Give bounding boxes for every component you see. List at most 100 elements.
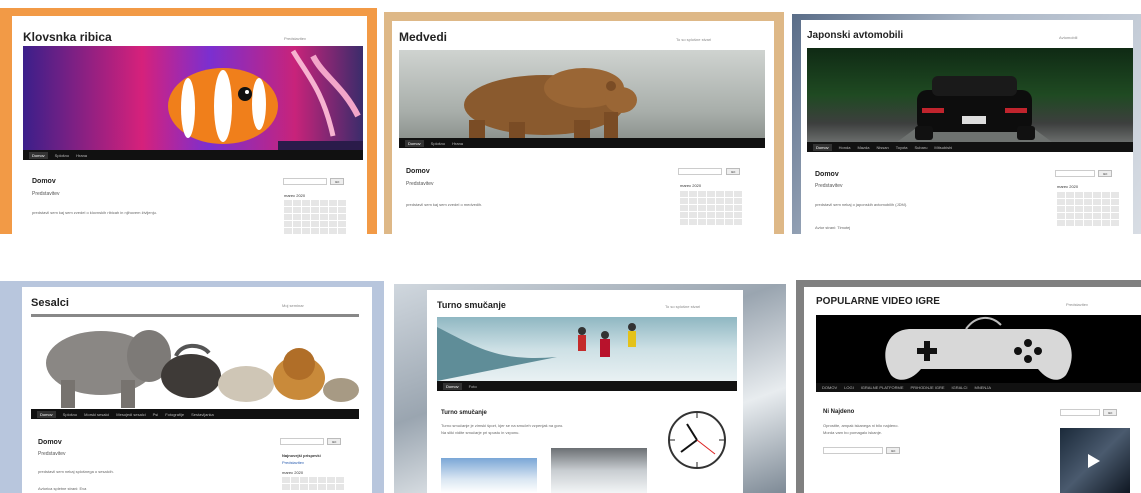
nav-item-dogs[interactable]: Psi (153, 412, 159, 417)
site-tagline: To so splošne stvari (676, 37, 712, 42)
not-found-text-2: Morda vam bo pomagalo iskanje. (823, 430, 882, 435)
nav-item-home[interactable]: Domov (813, 143, 832, 151)
calendar-title: marec 2020 (284, 193, 306, 198)
nav-item-opinions[interactable]: MNENJA (975, 385, 991, 390)
nav-item-mitsubishi[interactable]: Mitsubishi (934, 145, 952, 150)
animals-icon (46, 330, 359, 408)
site-page: Sesalci Moj seminar Domov Splošno Morski… (22, 287, 372, 493)
search-button[interactable]: Išči (327, 438, 341, 445)
nav-item-home[interactable]: Domov (443, 382, 462, 390)
site-tagline: Moj seminar (282, 303, 304, 308)
site-page: POPULARNE VIDEO IGRE Predstavitev DOMOV … (804, 287, 1141, 493)
post-title[interactable]: Predstavitev (32, 191, 60, 197)
car-icon (897, 76, 1052, 142)
main-nav: Domov Splošno Hrana (23, 150, 363, 160)
post-excerpt: predstavil sem nekaj o japonskih avtomob… (815, 202, 908, 207)
snow-photo-2[interactable] (551, 448, 647, 493)
calendar-widget[interactable] (284, 200, 346, 234)
nav-item-players[interactable]: IGRALCI (952, 385, 968, 390)
post-title[interactable]: Predstavitev (406, 181, 434, 187)
nav-item-subaru[interactable]: Subaru (915, 145, 928, 150)
page-heading: Ni Najdeno (823, 409, 855, 415)
page-heading: Domov (406, 168, 430, 175)
page-heading: Domov (815, 171, 839, 178)
nav-item-toyota[interactable]: Toyota (896, 145, 908, 150)
post-excerpt: predstavil sem nekaj splošnega o sesalci… (38, 469, 114, 474)
skiers-icon (437, 323, 636, 381)
nav-item-puzzle[interactable]: Sestavljanka (191, 412, 214, 417)
site-page: Medvedi To so splošne stvari Domov Sploš… (392, 21, 774, 234)
post-excerpt-2: Na sliki vidite smučarje pri spustu in v… (441, 430, 520, 435)
clock-icon (668, 411, 726, 469)
nav-item-home[interactable]: Domov (37, 410, 56, 418)
post-title[interactable]: Predstavitev (38, 451, 66, 457)
nav-item-honda[interactable]: Honda (839, 145, 851, 150)
search-button[interactable]: Išči (1098, 170, 1112, 177)
nav-item-home[interactable]: DOMOV (822, 385, 837, 390)
nav-item-upcoming[interactable]: PRIHODNJE IGRE (911, 385, 945, 390)
title-rule (31, 314, 359, 317)
tile-ski-touring[interactable]: Turno smučanje To so splošne stvari Domo… (394, 284, 786, 493)
site-tagline: To so splošne stvari (665, 304, 701, 309)
video-thumbnail[interactable] (1060, 428, 1130, 493)
calendar-widget[interactable] (282, 477, 344, 490)
site-title[interactable]: Klovsnka ribica (23, 30, 112, 44)
nav-item-photo[interactable]: Foto (469, 384, 477, 389)
nav-item-food[interactable]: Hrana (452, 141, 463, 146)
search-input[interactable] (1060, 409, 1100, 416)
site-title[interactable]: Sesalci (31, 297, 69, 309)
nav-item-home[interactable]: Domov (405, 139, 424, 147)
nav-item-mazda[interactable]: Mazda (857, 145, 869, 150)
post-author: Avtorica spletne strani: Eva (38, 486, 87, 491)
search-input[interactable] (678, 168, 722, 175)
recent-post-link[interactable]: Predstavitev (282, 460, 304, 465)
nav-item-food[interactable]: Hrana (76, 153, 87, 158)
search-input[interactable] (1055, 170, 1095, 177)
bear-icon (464, 68, 637, 138)
calendar-widget[interactable] (680, 191, 742, 225)
search-button[interactable]: Išči (330, 178, 344, 185)
site-page: Japonski avtomobili Avtomobili Domov Hon… (801, 20, 1133, 234)
tile-clownfish[interactable]: Klovsnka ribica Predstavitev Domov Sploš… (0, 8, 377, 234)
banner-image (31, 318, 359, 408)
site-tagline: Predstavitev (1066, 302, 1089, 307)
main-nav: DOMOV LOGI IGRALNE PLATFORME PRIHODNJE I… (816, 383, 1141, 392)
content-search-button[interactable]: Išči (886, 447, 900, 454)
site-title[interactable]: Medvedi (399, 30, 447, 44)
nav-item-nissan[interactable]: Nissan (876, 145, 888, 150)
page-heading: Domov (38, 439, 62, 446)
site-title[interactable]: POPULARNE VIDEO IGRE (816, 296, 940, 307)
nav-item-sea-mammals[interactable]: Morski sesalci (84, 412, 109, 417)
banner-image (23, 46, 363, 150)
site-title[interactable]: Turno smučanje (437, 300, 506, 310)
nav-item-general[interactable]: Splošno (55, 153, 69, 158)
content-search-input[interactable] (823, 447, 883, 454)
search-input[interactable] (280, 438, 324, 445)
nav-item-general[interactable]: Splošno (63, 412, 77, 417)
site-tagline: Avtomobili (1059, 35, 1078, 40)
banner-image (437, 317, 737, 381)
nav-item-platforms[interactable]: IGRALNE PLATFORME (861, 385, 904, 390)
snow-photo-1[interactable] (441, 458, 537, 493)
search-button[interactable]: Išči (1103, 409, 1117, 416)
nav-item-photos[interactable]: Fotografije (165, 412, 184, 417)
post-title[interactable]: Predstavitev (815, 183, 843, 189)
calendar-widget[interactable] (1057, 192, 1119, 226)
tile-japanese-cars[interactable]: Japonski avtomobili Avtomobili Domov Hon… (792, 14, 1141, 234)
banner-image (816, 315, 1141, 383)
nav-item-general[interactable]: Splošno (431, 141, 445, 146)
play-icon[interactable] (1088, 454, 1100, 468)
tile-video-games[interactable]: POPULARNE VIDEO IGRE Predstavitev DOMOV … (796, 280, 1141, 493)
clownfish-icon (168, 49, 363, 150)
nav-item-logos[interactable]: LOGI (844, 385, 854, 390)
site-title[interactable]: Japonski avtomobili (807, 30, 903, 41)
nav-item-home[interactable]: Domov (29, 151, 48, 159)
search-button[interactable]: Išči (726, 168, 740, 175)
calendar-title: marec 2020 (680, 183, 702, 188)
tile-bears[interactable]: Medvedi To so splošne stvari Domov Sploš… (384, 12, 784, 234)
nav-item-carnivores[interactable]: Mesojedi sesalci (116, 412, 145, 417)
recent-posts-title: Najnovejši prispevki (282, 453, 321, 458)
search-input[interactable] (283, 178, 327, 185)
post-excerpt: predstavil sem kaj sem zvedel o medvedih… (406, 202, 483, 207)
tile-mammals[interactable]: Sesalci Moj seminar Domov Splošno Morski… (0, 281, 384, 493)
